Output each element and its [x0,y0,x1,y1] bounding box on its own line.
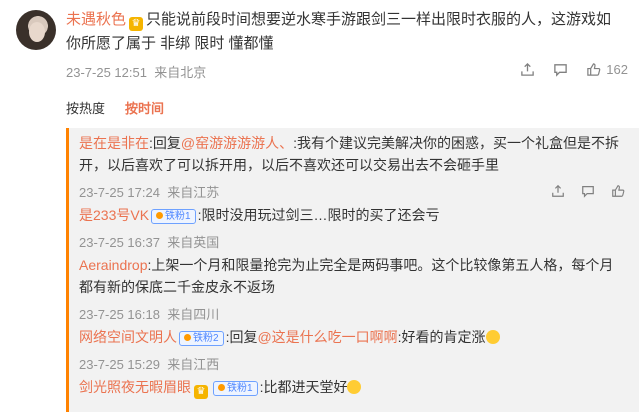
reply-meta: 23-7-25 17:24 来自江苏 [79,182,219,201]
reply-username[interactable]: 剑光照夜无暇眉眼 [79,379,191,395]
reply-username[interactable]: 是233号VK [79,207,149,223]
thumbs-up-icon [587,63,601,76]
post-date: 23-7-25 12:51 [66,65,147,80]
post-body: 未遇秋色 ♛ 只能说前段时间想要逆水寒手游跟剑三一样出限时衣服的人，这游戏如你所愿了… [66,8,626,56]
avatar[interactable] [16,10,56,50]
like-count: 162 [606,62,628,77]
post-actions: 162 [520,62,628,77]
reply-date: 23-7-25 17:24 [79,185,160,200]
post-username[interactable]: 未遇秋色 [66,11,126,28]
reply-location: 来自四川 [167,307,220,322]
reply-actions [551,184,625,198]
emoji-icon [485,330,500,344]
reply-mention[interactable]: @这是什么吃一口啊啊 [257,329,397,345]
fan-badge-label: 铁粉1 [227,383,253,394]
share-icon [521,62,535,76]
avatar-face [29,22,45,42]
fan-badge: 铁粉1 [213,381,258,396]
post-meta: 23-7-25 12:51 来自北京 [66,62,206,81]
emoji-icon [347,380,362,394]
tab-by-popularity[interactable]: 按热度 [66,98,105,117]
post-location: 来自北京 [154,65,207,80]
like-button[interactable]: 162 [586,62,628,77]
fan-badge: 铁粉2 [179,331,224,346]
reply-username[interactable]: Aeraindrop [79,257,148,273]
crown-icon: ♛ [194,385,208,399]
sort-tabs: 按热度 按时间 [66,98,164,117]
fan-icon [184,334,191,341]
reply-item: 剑光照夜无暇眉眼 ♛ 铁粉1 :比都进天堂好 [79,376,627,399]
reply-meta: 23-7-25 16:37 来自英国 [79,232,219,251]
post-text: 只能说前段时间想要逆水寒手游跟剑三一样出限时衣服的人，这游戏如你所愿了属于 非绑… [66,11,612,52]
reply-item: Aeraindrop:上架一个月和限量抢完为止完全是两码事吧。这个比较像第五人格… [79,254,627,298]
reply-mention[interactable]: @窑游游游游人、 [181,135,293,151]
fan-badge-label: 铁粉1 [165,211,191,222]
reply-location: 来自江苏 [167,185,220,200]
crown-icon: ♛ [129,17,144,31]
tab-by-time[interactable]: 按时间 [125,98,164,117]
reply-date: 23-7-25 16:18 [79,307,160,322]
reply-text: :限时没用玩过剑三…限时的买了还会亏 [197,207,440,223]
reply-list: 是在是非在:回复@窑游游游游人、:我有个建议完美解决你的困惑，买一个礼盒但是不拆… [66,128,639,412]
thumbs-up-icon[interactable] [611,184,625,198]
reply-username[interactable]: 是在是非在 [79,135,149,151]
reply-meta: 23-7-25 16:18 来自四川 [79,304,219,323]
fan-icon [156,212,164,219]
fan-badge-label: 铁粉2 [193,333,219,344]
reply-text: :好看的肯定涨 [397,329,486,345]
reply-username[interactable]: 网络空间文明人 [79,329,177,345]
reply-date: 23-7-25 16:37 [79,235,160,250]
share-button[interactable] [520,62,535,77]
reply-prefix: :回复 [225,329,258,345]
reply-location: 来自江西 [167,357,220,372]
reply-text: :比都进天堂好 [259,379,348,395]
fan-badge: 铁粉1 [151,209,196,224]
reply-item: 是233号VK 铁粉1 :限时没用玩过剑三…限时的买了还会亏 [79,204,627,226]
reply-prefix: :回复 [149,135,181,151]
reply-meta: 23-7-25 15:29 来自江西 [79,354,219,373]
comment-icon [554,64,568,77]
share-icon[interactable] [551,184,565,198]
reply-date: 23-7-25 15:29 [79,357,160,372]
comment-button[interactable] [553,62,568,77]
reply-location: 来自英国 [167,235,220,250]
comment-icon[interactable] [581,184,595,198]
fan-icon [218,384,225,391]
reply-item: 网络空间文明人 铁粉2 :回复@这是什么吃一口啊啊:好看的肯定涨 [79,326,627,348]
reply-item: 是在是非在:回复@窑游游游游人、:我有个建议完美解决你的困惑，买一个礼盒但是不拆… [79,132,627,176]
reply-text: :上架一个月和限量抢完为止完全是两码事吧。这个比较像第五人格，每个月都有新的保底… [79,257,614,295]
